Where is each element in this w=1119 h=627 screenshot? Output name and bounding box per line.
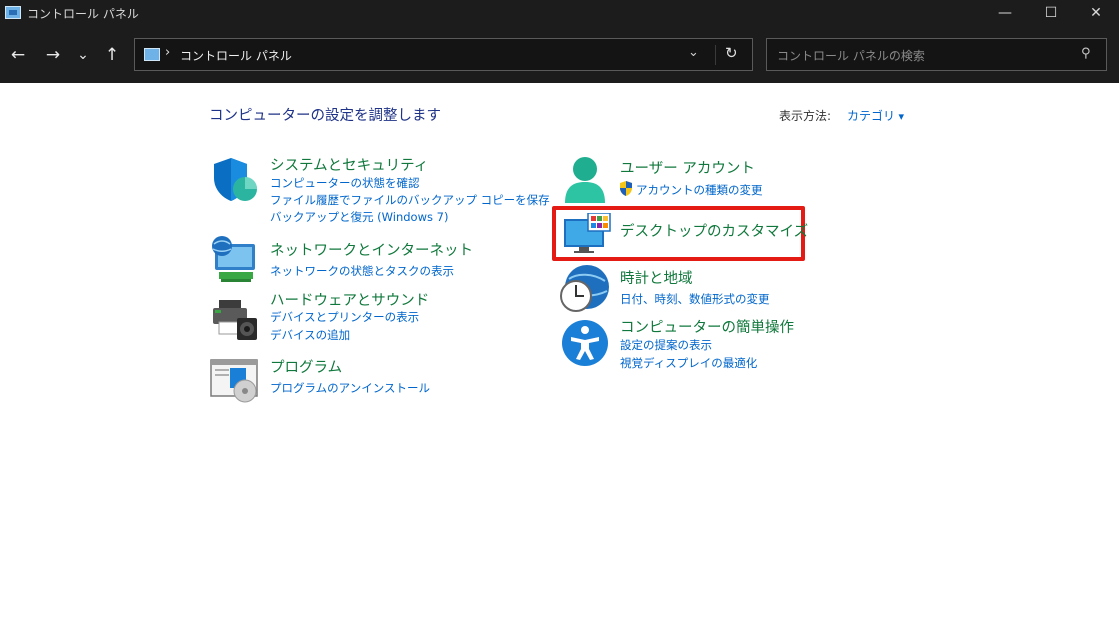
link-optimize-visual-display[interactable]: 視覚ディスプレイの最適化 xyxy=(620,355,757,371)
user-icon[interactable] xyxy=(563,155,607,205)
category-system-security[interactable]: システムとセキュリティ xyxy=(270,154,428,175)
search-input[interactable] xyxy=(775,46,1079,66)
monitor-icon[interactable] xyxy=(562,213,612,255)
up-arrow-icon[interactable]: ↑ xyxy=(100,44,124,68)
search-icon[interactable]: ⚲ xyxy=(1081,46,1091,61)
address-divider xyxy=(715,45,716,65)
link-check-computer-status[interactable]: コンピューターの状態を確認 xyxy=(270,175,420,191)
page-title: コンピューターの設定を調整します xyxy=(209,108,441,124)
maximize-button[interactable]: ☐ xyxy=(1028,0,1074,28)
address-dropdown-chevron-icon[interactable]: ⌄ xyxy=(688,45,699,60)
navigation-toolbar: ← → ⌄ ↑ › コントロール パネル ⌄ ↻ ⚲ xyxy=(0,28,1119,83)
link-network-status-tasks[interactable]: ネットワークの状態とタスクの表示 xyxy=(270,263,454,279)
uac-shield-icon xyxy=(620,181,632,196)
clock-globe-icon[interactable] xyxy=(559,263,611,315)
forward-arrow-icon[interactable]: → xyxy=(41,44,65,68)
refresh-icon[interactable]: ↻ xyxy=(725,44,738,62)
minimize-button[interactable]: — xyxy=(982,0,1028,28)
category-ease-of-access[interactable]: コンピューターの簡単操作 xyxy=(620,316,794,337)
close-button[interactable]: ✕ xyxy=(1073,0,1119,28)
breadcrumb-separator-icon[interactable]: › xyxy=(165,45,170,60)
category-clock-region[interactable]: 時計と地域 xyxy=(620,267,693,288)
search-box[interactable]: ⚲ xyxy=(766,38,1107,71)
address-bar[interactable]: › コントロール パネル ⌄ ↻ xyxy=(134,38,753,71)
category-hardware-sound[interactable]: ハードウェアとサウンド xyxy=(270,289,429,310)
back-arrow-icon[interactable]: ← xyxy=(6,44,30,68)
link-change-account-type[interactable]: アカウントの種類の変更 xyxy=(636,182,763,198)
shield-icon[interactable] xyxy=(211,156,259,204)
link-date-time-number-format[interactable]: 日付、時刻、数値形式の変更 xyxy=(620,291,770,307)
link-suggested-settings[interactable]: 設定の提案の表示 xyxy=(620,337,712,353)
link-devices-printers[interactable]: デバイスとプリンターの表示 xyxy=(270,309,419,325)
breadcrumb-control-panel[interactable]: コントロール パネル xyxy=(180,47,292,64)
control-panel-app-icon xyxy=(5,6,21,19)
accessibility-icon[interactable] xyxy=(561,319,609,367)
category-network-internet[interactable]: ネットワークとインターネット xyxy=(270,239,473,260)
link-uninstall-program[interactable]: プログラムのアンインストール xyxy=(270,380,430,396)
category-programs[interactable]: プログラム xyxy=(270,356,342,377)
window-title: コントロール パネル xyxy=(27,7,139,21)
recent-locations-chevron-icon[interactable]: ⌄ xyxy=(71,44,95,68)
network-globe-icon[interactable] xyxy=(209,234,259,284)
link-file-history-backup[interactable]: ファイル履歴でファイルのバックアップ コピーを保存 xyxy=(270,192,550,208)
link-add-device[interactable]: デバイスの追加 xyxy=(270,327,350,343)
control-panel-icon xyxy=(144,48,160,61)
view-by-dropdown[interactable]: カテゴリ xyxy=(847,107,904,124)
category-user-accounts[interactable]: ユーザー アカウント xyxy=(620,157,755,178)
link-backup-restore-win7[interactable]: バックアップと復元 (Windows 7) xyxy=(270,209,448,225)
control-panel-content: コンピューターの設定を調整します 表示方法: カテゴリ システムとセキュリティ … xyxy=(0,83,1119,627)
category-desktop-customization[interactable]: デスクトップのカスタマイズ xyxy=(620,220,808,241)
programs-icon[interactable] xyxy=(210,358,260,403)
title-bar: コントロール パネル — ☐ ✕ xyxy=(0,0,1119,28)
view-by-label: 表示方法: xyxy=(779,109,832,123)
printer-icon[interactable] xyxy=(211,298,259,342)
